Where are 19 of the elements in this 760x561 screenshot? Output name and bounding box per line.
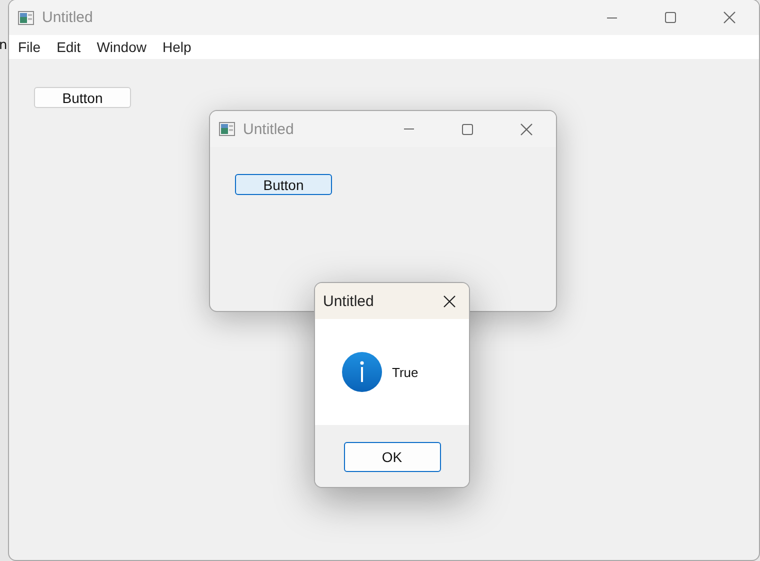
app-icon bbox=[18, 10, 34, 24]
push-button[interactable]: Button bbox=[34, 87, 131, 108]
push-button[interactable]: OK bbox=[344, 442, 440, 472]
close-icon bbox=[520, 122, 533, 136]
window-title: Untitled bbox=[323, 292, 374, 310]
window-title: Untitled bbox=[243, 120, 294, 138]
close-icon bbox=[723, 11, 736, 24]
menu-item[interactable]: Window bbox=[88, 39, 154, 55]
app-icon bbox=[219, 122, 235, 136]
push-button[interactable]: Button bbox=[235, 174, 332, 195]
maximize-icon bbox=[462, 124, 473, 134]
menu-item[interactable]: File bbox=[10, 39, 49, 55]
menu-item[interactable]: Help bbox=[154, 39, 200, 55]
information-icon bbox=[342, 352, 382, 392]
maximize-icon bbox=[665, 12, 676, 23]
message-text: True bbox=[392, 364, 418, 380]
close-icon bbox=[442, 294, 456, 308]
menu-item[interactable]: Edit bbox=[48, 39, 89, 55]
window-title: Untitled bbox=[42, 9, 93, 26]
